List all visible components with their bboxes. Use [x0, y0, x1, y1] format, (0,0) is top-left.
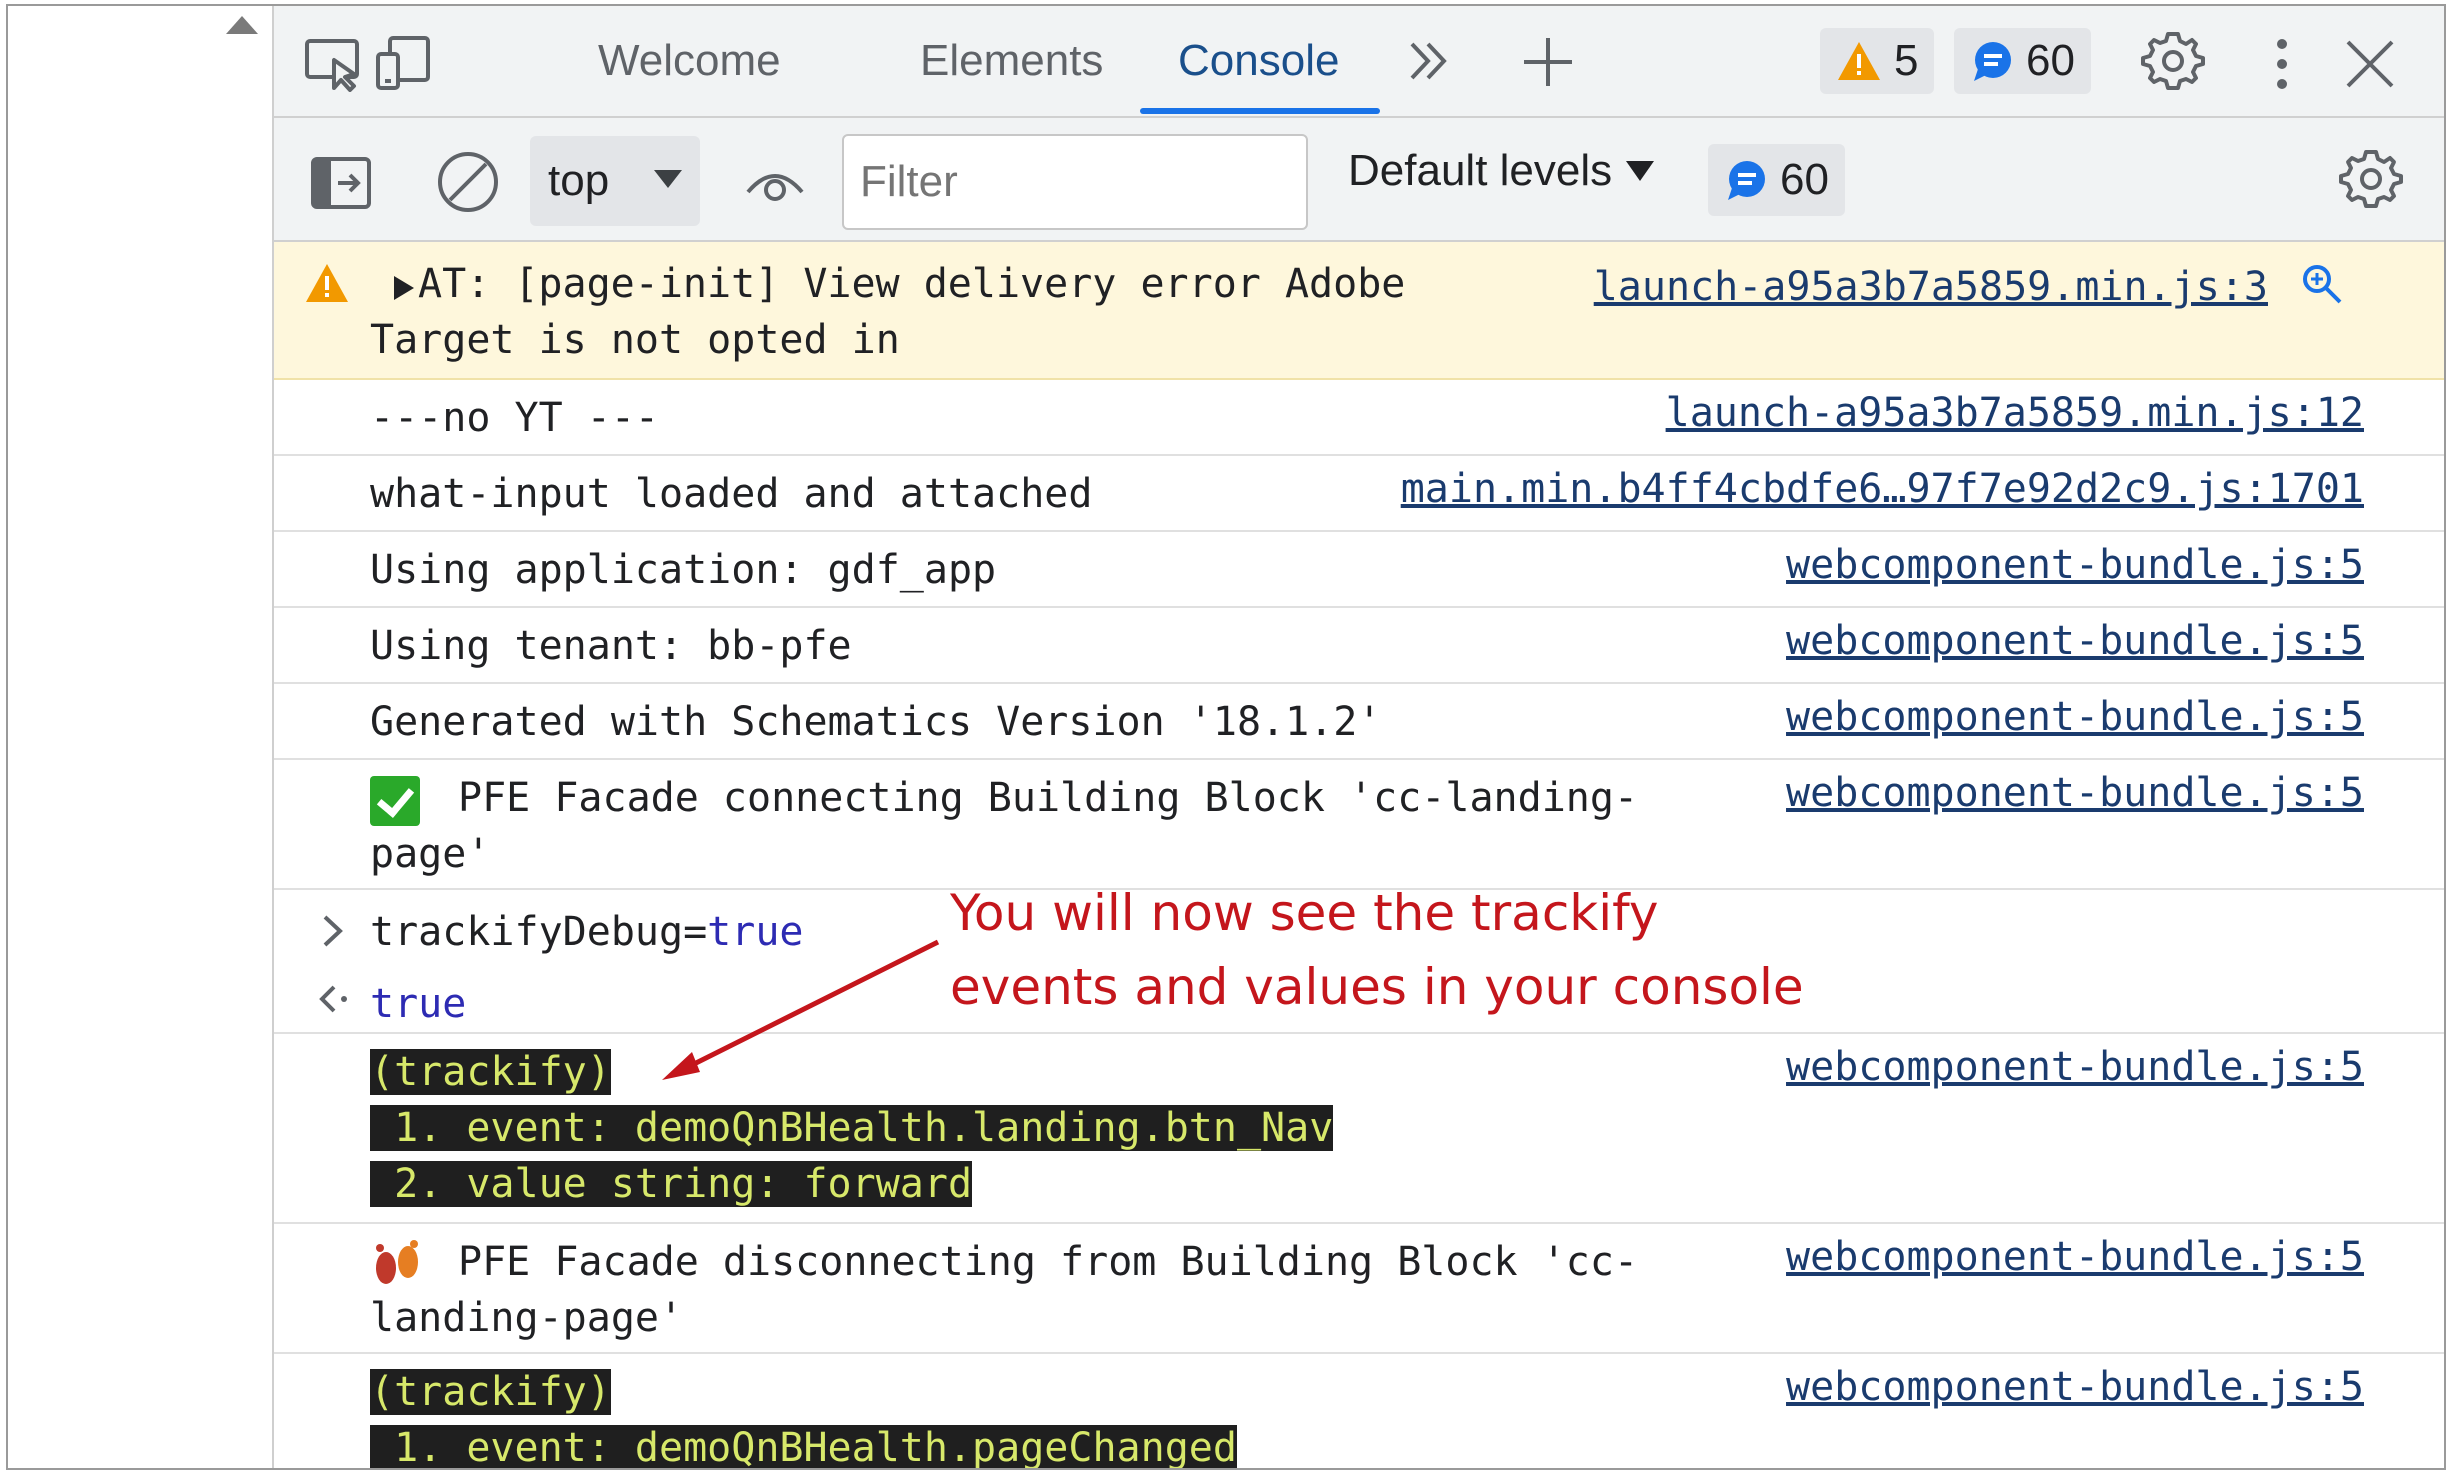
- console-log-row: Using application: gdf_app webcomponent-…: [274, 532, 2444, 608]
- log-levels-dropdown[interactable]: Default levels: [1348, 146, 1655, 196]
- console-messages-count: 60: [1780, 155, 1829, 204]
- trackify-log-row: (trackify) 1. event: demoQnBHealth.landi…: [274, 1034, 2444, 1224]
- console-log-row: ---no YT --- launch-a95a3b7a5859.min.js:…: [274, 380, 2444, 456]
- log-source-link[interactable]: webcomponent-bundle.js:5: [1786, 1044, 2364, 1090]
- log-message: Generated with Schematics Version '18.1.…: [370, 699, 1382, 745]
- log-source-link[interactable]: webcomponent-bundle.js:5: [1786, 618, 2364, 664]
- live-expression-eye-icon[interactable]: [744, 156, 806, 206]
- filter-input[interactable]: [842, 134, 1308, 230]
- trackify-value-line: 2. value string: forward: [370, 1161, 973, 1207]
- log-source-link[interactable]: webcomponent-bundle.js:5: [1786, 694, 2364, 740]
- search-magnifier-icon[interactable]: [2300, 262, 2344, 306]
- console-messages-badge[interactable]: 60: [1708, 144, 1845, 216]
- log-source-link[interactable]: webcomponent-bundle.js:5: [1786, 770, 2364, 816]
- devtools-panel: Welcome Elements Console 5 60 top Filter…: [274, 6, 2444, 1468]
- annotation-callout: You will now see the trackify events and…: [950, 884, 1804, 1016]
- trackify-log-row: (trackify) 1. event: demoQnBHealth.pageC…: [274, 1354, 2444, 1470]
- add-tab-plus-icon[interactable]: [1520, 34, 1576, 90]
- chevron-down-icon: [1626, 161, 1655, 181]
- context-label: top: [548, 156, 610, 205]
- tab-console[interactable]: Console: [1178, 6, 1339, 116]
- close-icon[interactable]: [2342, 36, 2398, 92]
- warning-icon: [306, 264, 348, 302]
- log-message: ---no YT ---: [370, 395, 659, 441]
- console-log-row: Using tenant: bb-pfe webcomponent-bundle…: [274, 608, 2444, 684]
- screenshot-frame: Welcome Elements Console 5 60 top Filter…: [6, 4, 2446, 1470]
- trackify-event-line: 1. event: demoQnBHealth.pageChanged: [370, 1425, 1237, 1470]
- log-source-link[interactable]: launch-a95a3b7a5859.min.js:12: [1666, 390, 2364, 436]
- scroll-up-arrow-icon[interactable]: [226, 16, 258, 34]
- messages-badge[interactable]: 60: [1954, 28, 2091, 94]
- active-tab-indicator: [1140, 108, 1380, 114]
- log-source-link[interactable]: webcomponent-bundle.js:5: [1786, 1234, 2364, 1280]
- trackify-tag: (trackify): [370, 1049, 611, 1095]
- tab-welcome[interactable]: Welcome: [598, 6, 781, 116]
- devtools-tabbar: Welcome Elements Console 5 60: [274, 6, 2444, 118]
- warnings-count: 5: [1894, 36, 1919, 85]
- sidebar-toggle-icon[interactable]: [310, 156, 372, 210]
- console-log-row: what-input loaded and attached main.min.…: [274, 456, 2444, 532]
- trackify-event-line: 1. event: demoQnBHealth.landing.btn_Nav: [370, 1105, 1334, 1151]
- settings-gear-icon[interactable]: [2140, 28, 2206, 94]
- kebab-menu-icon[interactable]: [2272, 36, 2292, 92]
- console-log-row: Generated with Schematics Version '18.1.…: [274, 684, 2444, 760]
- warnings-badge[interactable]: 5: [1820, 28, 1935, 94]
- input-chevron-icon: [323, 915, 343, 947]
- console-settings-gear-icon[interactable]: [2338, 146, 2404, 212]
- warning-message: AT: [page-init] View delivery error Adob…: [370, 261, 1406, 363]
- context-selector[interactable]: top: [530, 136, 700, 226]
- log-levels-label: Default levels: [1348, 146, 1613, 195]
- log-message: PFE Facade disconnecting from Building B…: [370, 1239, 1639, 1341]
- console-log-row: PFE Facade connecting Building Block 'cc…: [274, 760, 2444, 890]
- device-toolbar-icon[interactable]: [374, 34, 434, 94]
- log-source-link[interactable]: webcomponent-bundle.js:5: [1786, 542, 2364, 588]
- console-warning-row: AT: [page-init] View delivery error Adob…: [274, 242, 2444, 380]
- more-tabs-chevron-icon[interactable]: [1404, 36, 1454, 86]
- page-gutter: [8, 6, 274, 1468]
- input-variable: trackifyDebug: [370, 909, 684, 955]
- warning-icon: [1838, 42, 1880, 80]
- log-source-link[interactable]: main.min.b4ff4cbdfe6…97f7e92d2c9.js:1701: [1401, 466, 2364, 512]
- log-message: what-input loaded and attached: [370, 471, 1093, 517]
- console-output-value: true: [370, 981, 467, 1027]
- trackify-block: (trackify) 1. event: demoQnBHealth.pageC…: [370, 1364, 1237, 1470]
- log-source-link[interactable]: webcomponent-bundle.js:5: [1786, 1364, 2364, 1410]
- console-log-row: PFE Facade disconnecting from Building B…: [274, 1224, 2444, 1354]
- message-icon: [1974, 42, 2011, 81]
- log-message: PFE Facade connecting Building Block 'cc…: [370, 775, 1639, 877]
- annotation-arrow: [662, 939, 940, 1080]
- warning-source-link[interactable]: launch-a95a3b7a5859.min.js:3: [1594, 264, 2268, 310]
- trackify-tag: (trackify): [370, 1369, 611, 1415]
- chevron-down-icon: [654, 170, 682, 188]
- messages-count: 60: [2026, 36, 2075, 85]
- console-output: AT: [page-init] View delivery error Adob…: [274, 242, 2444, 1468]
- log-message: Using application: gdf_app: [370, 547, 997, 593]
- tab-elements[interactable]: Elements: [920, 6, 1103, 116]
- inspect-element-icon[interactable]: [304, 36, 364, 92]
- output-arrow-icon: [319, 985, 347, 1013]
- log-message: Using tenant: bb-pfe: [370, 623, 852, 669]
- message-icon: [1728, 161, 1765, 200]
- clear-console-icon[interactable]: [436, 150, 500, 214]
